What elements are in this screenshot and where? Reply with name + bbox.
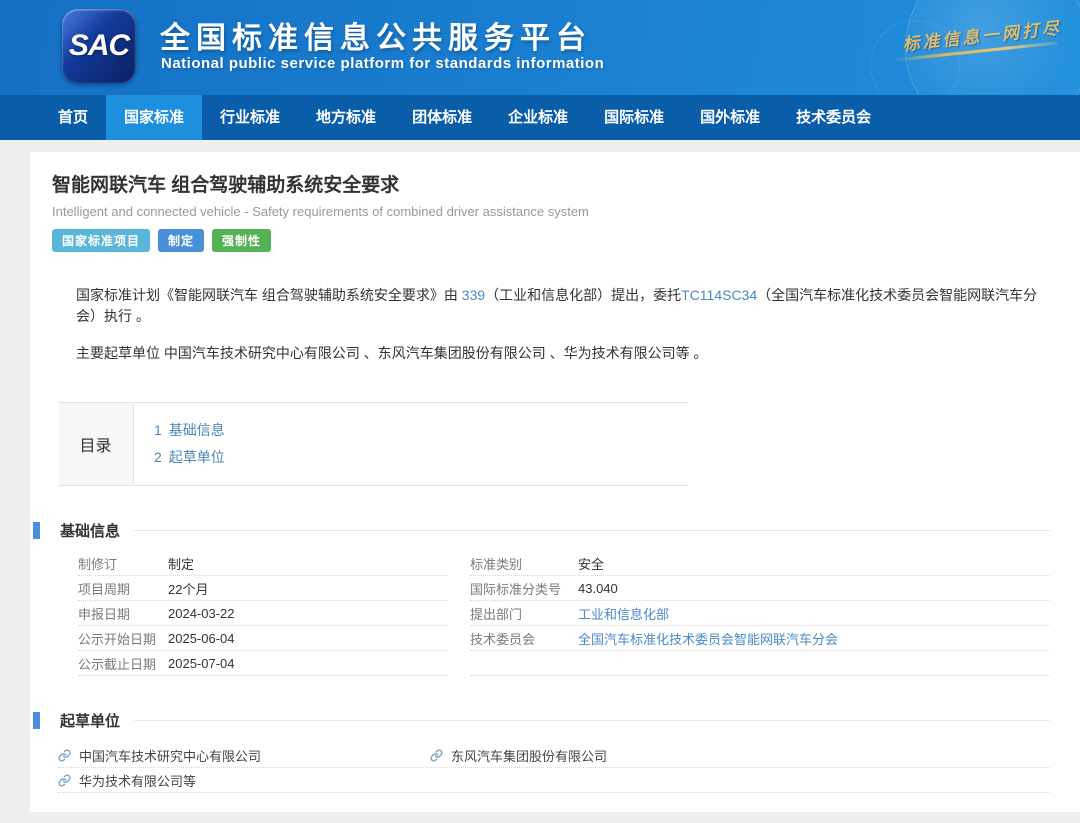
table-row: 中国汽车技术研究中心有限公司 东风汽车集团股份有限公司 <box>58 743 1050 768</box>
intro-text: （工业和信息化部）提出，委托 <box>485 287 681 303</box>
toc-list: 1 基础信息 2 起草单位 <box>134 403 225 485</box>
basic-info-right-column: 标准类别 安全 国际标准分类号 43.040 提出部门 工业和信息化部 技术委员… <box>470 551 1050 676</box>
nav-item-foreign-standards[interactable]: 国外标准 <box>682 95 778 140</box>
info-value: 安全 <box>578 554 604 573</box>
nav-item-industry-standards[interactable]: 行业标准 <box>202 95 298 140</box>
link-icon <box>58 774 71 787</box>
nav-item-national-standards[interactable]: 国家标准 <box>106 95 202 140</box>
table-row: 制修订 制定 <box>78 551 448 576</box>
table-row: 技术委员会 全国汽车标准化技术委员会智能网联汽车分会 <box>470 626 1050 651</box>
toc-item-label: 基础信息 <box>169 422 225 438</box>
nav-item-enterprise-standards[interactable]: 企业标准 <box>490 95 586 140</box>
info-label: 项目周期 <box>78 579 168 598</box>
tc-code-link[interactable]: TC114SC34 <box>681 287 757 303</box>
section-divider-line <box>134 530 1050 531</box>
toc-label: 目录 <box>58 403 134 485</box>
company-name: 中国汽车技术研究中心有限公司 <box>79 746 261 765</box>
info-value: 制定 <box>168 554 194 573</box>
info-value: 2024-03-22 <box>168 606 235 621</box>
section-accent-bar <box>33 522 40 539</box>
section-title: 基础信息 <box>60 520 120 541</box>
list-item[interactable]: 华为技术有限公司等 <box>58 771 430 790</box>
table-of-contents: 目录 1 基础信息 2 起草单位 <box>58 402 688 486</box>
technical-committee-link[interactable]: 全国汽车标准化技术委员会智能网联汽车分会 <box>578 629 838 648</box>
proposing-department-link[interactable]: 工业和信息化部 <box>578 604 669 623</box>
info-label: 国际标准分类号 <box>470 579 578 598</box>
dept-code-link[interactable]: 339 <box>462 287 485 303</box>
toc-item-number: 2 <box>154 449 162 465</box>
table-row: 国际标准分类号 43.040 <box>470 576 1050 601</box>
toc-item-label: 起草单位 <box>169 449 225 465</box>
table-row: 公示截止日期 2025-07-04 <box>78 651 448 676</box>
site-title: 全国标准信息公共服务平台 <box>160 13 592 57</box>
sac-logo-text: SAC <box>69 29 129 63</box>
list-item[interactable]: 东风汽车集团股份有限公司 <box>430 746 607 765</box>
sac-logo[interactable]: SAC <box>62 9 136 83</box>
info-value: 43.040 <box>578 581 618 596</box>
nav-item-technical-committee[interactable]: 技术委员会 <box>778 95 889 140</box>
toc-item-basic-info[interactable]: 1 基础信息 <box>154 417 225 444</box>
info-label: 制修订 <box>78 554 168 573</box>
standard-title: 智能网联汽车 组合驾驶辅助系统安全要求 <box>52 170 1080 197</box>
section-title: 起草单位 <box>60 710 120 731</box>
nav-item-home[interactable]: 首页 <box>40 95 106 140</box>
info-label: 提出部门 <box>470 604 578 623</box>
info-value: 22个月 <box>168 579 208 598</box>
link-icon <box>430 749 443 762</box>
info-label: 申报日期 <box>78 604 168 623</box>
link-icon <box>58 749 71 762</box>
section-divider-line <box>134 720 1050 721</box>
toc-item-drafting-units[interactable]: 2 起草单位 <box>154 444 225 471</box>
nav-item-group-standards[interactable]: 团体标准 <box>394 95 490 140</box>
intro-paragraph-1: 国家标准计划《智能网联汽车 组合驾驶辅助系统安全要求》由 339（工业和信息化部… <box>76 285 1040 327</box>
badge-national-standard-project: 国家标准项目 <box>52 229 150 252</box>
info-label: 公示截止日期 <box>78 654 168 673</box>
standard-title-english: Intelligent and connected vehicle - Safe… <box>52 204 1080 219</box>
info-value: 2025-07-04 <box>168 656 235 671</box>
table-row: 项目周期 22个月 <box>78 576 448 601</box>
table-row: 华为技术有限公司等 <box>58 768 1050 793</box>
table-row: 申报日期 2024-03-22 <box>78 601 448 626</box>
info-value: 2025-06-04 <box>168 631 235 646</box>
table-row: 标准类别 安全 <box>470 551 1050 576</box>
drafting-units-list: 中国汽车技术研究中心有限公司 东风汽车集团股份有限公司 华为技术有限公司等 <box>58 743 1050 793</box>
page-background: 智能网联汽车 组合驾驶辅助系统安全要求 Intelligent and conn… <box>0 152 1080 823</box>
main-nav: 首页 国家标准 行业标准 地方标准 团体标准 企业标准 国际标准 国外标准 技术… <box>0 95 1080 140</box>
basic-info-left-column: 制修订 制定 项目周期 22个月 申报日期 2024-03-22 公示开始日期 … <box>78 551 448 676</box>
table-row: 公示开始日期 2025-06-04 <box>78 626 448 651</box>
company-name: 华为技术有限公司等 <box>79 771 196 790</box>
toc-item-number: 1 <box>154 422 162 438</box>
intro-paragraph-2: 主要起草单位 中国汽车技术研究中心有限公司 、东风汽车集团股份有限公司 、华为技… <box>76 343 1040 364</box>
company-name: 东风汽车集团股份有限公司 <box>451 746 607 765</box>
nav-item-international-standards[interactable]: 国际标准 <box>586 95 682 140</box>
table-row-empty <box>470 651 1050 676</box>
badge-mandatory: 强制性 <box>212 229 271 252</box>
section-accent-bar <box>33 712 40 729</box>
badge-row: 国家标准项目 制定 强制性 <box>52 229 1080 252</box>
table-row: 提出部门 工业和信息化部 <box>470 601 1050 626</box>
info-label: 标准类别 <box>470 554 578 573</box>
nav-item-local-standards[interactable]: 地方标准 <box>298 95 394 140</box>
section-header-basic-info: 基础信息 <box>30 520 1080 541</box>
list-item[interactable]: 中国汽车技术研究中心有限公司 <box>58 746 430 765</box>
section-header-drafting-units: 起草单位 <box>30 710 1080 731</box>
basic-info-table: 制修订 制定 项目周期 22个月 申报日期 2024-03-22 公示开始日期 … <box>78 551 1050 676</box>
intro-text: 国家标准计划《智能网联汽车 组合驾驶辅助系统安全要求》由 <box>76 287 462 303</box>
content-card: 智能网联汽车 组合驾驶辅助系统安全要求 Intelligent and conn… <box>30 152 1080 812</box>
site-subtitle: National public service platform for sta… <box>161 55 604 72</box>
badge-formulate: 制定 <box>158 229 204 252</box>
info-label: 技术委员会 <box>470 629 578 648</box>
info-label: 公示开始日期 <box>78 629 168 648</box>
site-header: SAC 全国标准信息公共服务平台 National public service… <box>0 0 1080 95</box>
